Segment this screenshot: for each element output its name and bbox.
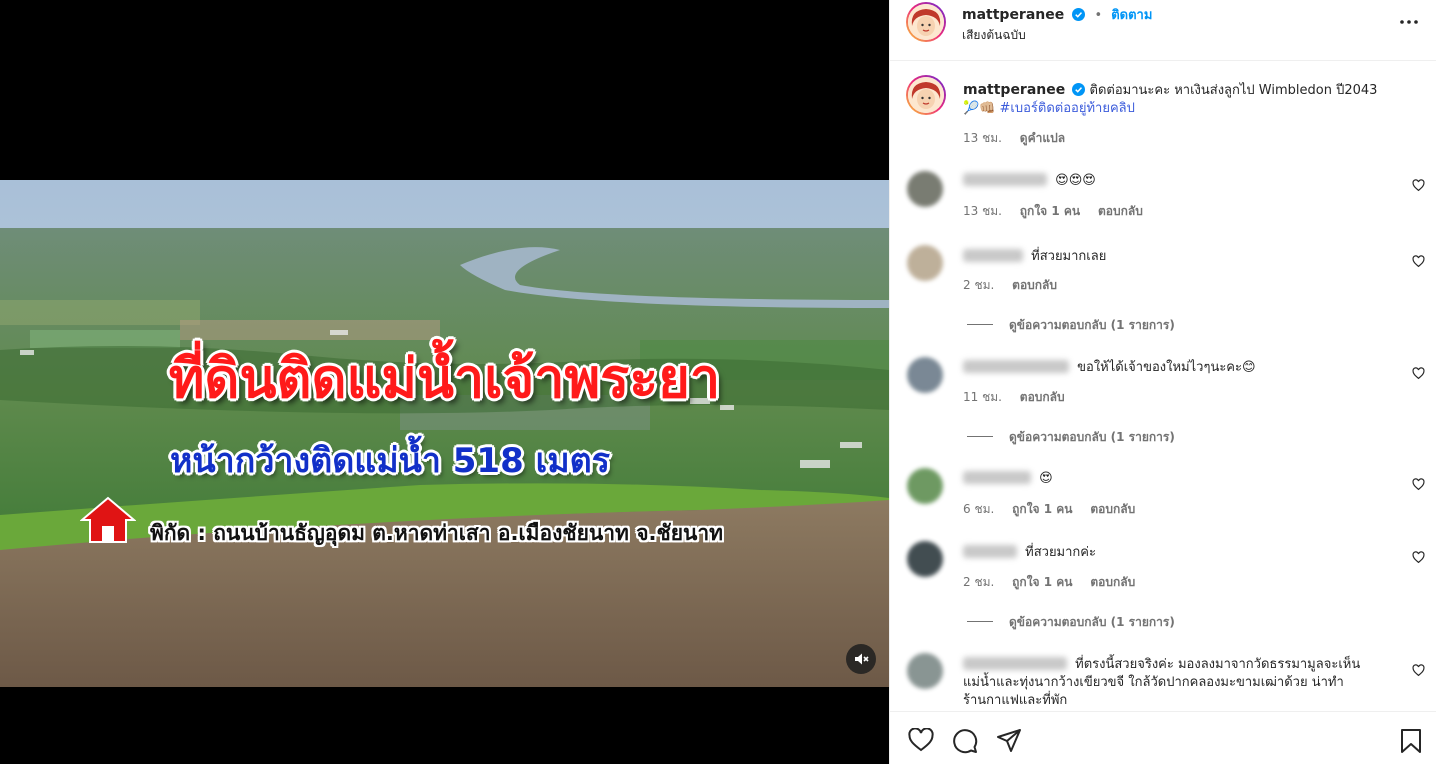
save-button[interactable] [1400, 728, 1422, 758]
comment-icon [953, 729, 978, 754]
caption-hashtag[interactable]: #เบอร์ติดต่ออยู่ท้ายคลิป [1000, 101, 1135, 116]
audio-label[interactable]: เสียงต้นฉบับ [962, 26, 1026, 45]
comment-text: ขอให้ได้เจ้าของใหม่ไวๆนะคะ😊 [1077, 360, 1256, 375]
reply-button[interactable]: ตอบกลับ [1098, 204, 1143, 218]
media-panel: ที่ดินติดแม่น้ำเจ้าพระยา หน้ากว้างติดแม่… [0, 0, 889, 764]
comment-like-heart-icon[interactable] [1412, 179, 1425, 192]
comment-likes[interactable]: ถูกใจ 1 คน [1012, 502, 1072, 516]
translate-link[interactable]: ดูคำแปล [1020, 131, 1065, 145]
header-username[interactable]: mattperanee [962, 7, 1064, 23]
like-button[interactable] [908, 727, 934, 756]
heart-icon [908, 727, 934, 752]
comment-avatar[interactable] [907, 171, 943, 207]
video-player[interactable]: ที่ดินติดแม่น้ำเจ้าพระยา หน้ากว้างติดแม่… [0, 180, 889, 687]
video-subtitle-overlay: หน้ากว้างติดแม่น้ำ 518 เมตร [170, 441, 610, 481]
more-icon [1400, 20, 1418, 24]
verified-badge-icon [1072, 8, 1086, 21]
send-icon [997, 729, 1021, 752]
comment-username-blurred[interactable] [963, 249, 1023, 262]
comments-list[interactable]: mattperanee ติดต่อมานะคะ หาเงินส่งลูกไป … [890, 61, 1436, 711]
verified-badge-icon [1072, 83, 1086, 96]
comment-avatar[interactable] [907, 357, 943, 393]
reply-line [967, 324, 993, 325]
comment-username-blurred[interactable] [963, 471, 1031, 484]
more-button[interactable] [1399, 12, 1419, 36]
comment-username-blurred[interactable] [963, 657, 1067, 670]
comment-time: 11 ชม. [963, 390, 1002, 404]
comment-text: ที่สวยมากเลย [1031, 249, 1107, 264]
comment-likes[interactable]: ถูกใจ 1 คน [1020, 204, 1080, 218]
post-header: mattperanee • ติดตาม เสียงต้นฉบับ [890, 0, 1436, 61]
post-sidebar: mattperanee • ติดตาม เสียงต้นฉบับ mattpe… [889, 0, 1436, 764]
comment-time: 13 ชม. [963, 204, 1002, 218]
comment-username-blurred[interactable] [963, 545, 1017, 558]
comment-avatar[interactable] [907, 541, 943, 577]
comment-like-heart-icon[interactable] [1412, 551, 1425, 564]
follow-button[interactable]: ติดตาม [1111, 8, 1152, 23]
comment-button[interactable] [952, 728, 978, 758]
avatar[interactable] [906, 2, 946, 42]
comment-text: ที่ตรงนี้สวยจริงค่ะ มองลงมาจากวัดธรรมามู… [1075, 657, 1361, 672]
comment-text-line-3: ร้านกาแฟและที่พัก [963, 693, 1068, 708]
comment-like-heart-icon[interactable] [1412, 367, 1425, 380]
caption-time: 13 ชม. [963, 131, 1002, 145]
reply-line [967, 436, 993, 437]
post-actions-bar [890, 711, 1436, 765]
comment-avatar[interactable] [907, 245, 943, 281]
bookmark-icon [1401, 729, 1421, 753]
comment-avatar[interactable] [907, 468, 943, 504]
comment-like-heart-icon[interactable] [1412, 664, 1425, 677]
video-title-overlay: ที่ดินติดแม่น้ำเจ้าพระยา [168, 347, 721, 410]
caption-emoji: 🎾👊🏼 [963, 101, 996, 116]
reply-line [967, 621, 993, 622]
comment-username-blurred[interactable] [963, 173, 1047, 186]
house-icon [80, 496, 136, 543]
view-replies-label: ดูข้อความตอบกลับ (1 รายการ) [1009, 615, 1175, 629]
comment-text-line-2: แม่น้ำและทุ่งนากว้างเขียวขจี ใกล้วัดปากค… [963, 675, 1344, 690]
caption-username[interactable]: mattperanee [963, 82, 1065, 98]
view-replies-button[interactable]: ดูข้อความตอบกลับ (1 รายการ) [967, 613, 1175, 632]
comment-like-heart-icon[interactable] [1412, 478, 1425, 491]
avatar-cartoon-icon [908, 4, 944, 40]
view-replies-button[interactable]: ดูข้อความตอบกลับ (1 รายการ) [967, 316, 1175, 335]
comment-likes[interactable]: ถูกใจ 1 คน [1012, 575, 1072, 589]
comment-like-heart-icon[interactable] [1412, 255, 1425, 268]
caption-text: ติดต่อมานะคะ หาเงินส่งลูกไป Wimbledon ปี… [1089, 83, 1378, 98]
view-replies-button[interactable]: ดูข้อความตอบกลับ (1 รายการ) [967, 428, 1175, 447]
caption-avatar[interactable] [906, 75, 946, 115]
comment-text: ที่สวยมากค่ะ [1025, 545, 1096, 560]
reply-button[interactable]: ตอบกลับ [1020, 390, 1065, 404]
mute-button[interactable] [846, 644, 876, 674]
share-button[interactable] [996, 728, 1022, 758]
reply-button[interactable]: ตอบกลับ [1012, 278, 1057, 292]
comment-avatar[interactable] [907, 653, 943, 689]
comment-time: 2 ชม. [963, 575, 995, 589]
comment-time: 6 ชม. [963, 502, 995, 516]
comment-text: 😍😍😍 [1055, 173, 1096, 188]
muted-speaker-icon [855, 653, 869, 665]
reply-button[interactable]: ตอบกลับ [1090, 575, 1135, 589]
view-replies-label: ดูข้อความตอบกลับ (1 รายการ) [1009, 318, 1175, 332]
header-separator: • [1094, 8, 1103, 23]
comment-text: 😍 [1039, 471, 1053, 486]
comment-username-blurred[interactable] [963, 360, 1069, 373]
view-replies-label: ดูข้อความตอบกลับ (1 รายการ) [1009, 430, 1175, 444]
comment-time: 2 ชม. [963, 278, 995, 292]
video-location-overlay: พิกัด : ถนนบ้านธัญอุดม ต.หาดท่าเสา อ.เมื… [150, 521, 724, 545]
reply-button[interactable]: ตอบกลับ [1090, 502, 1135, 516]
avatar-cartoon-icon [908, 77, 944, 113]
